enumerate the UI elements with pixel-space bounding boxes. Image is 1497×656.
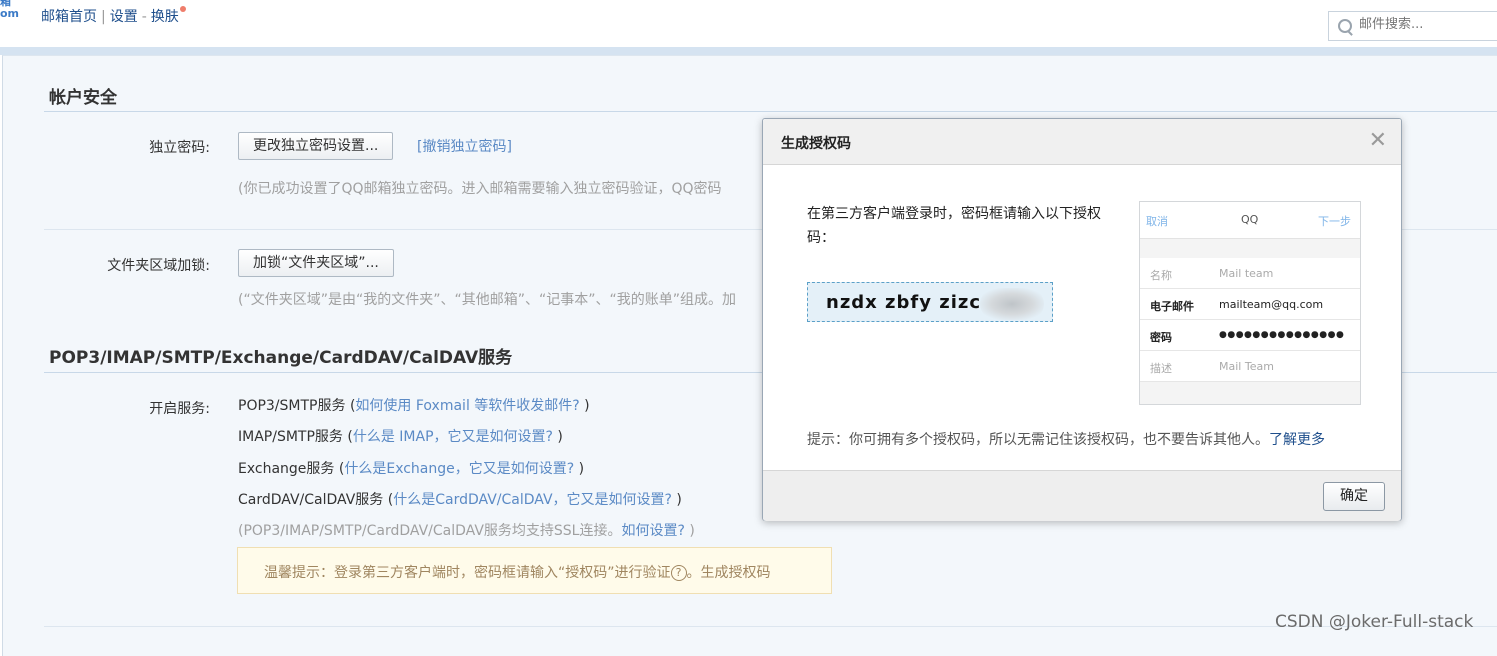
phone-key: 名称: [1150, 269, 1172, 282]
new-dot-icon: [179, 6, 186, 12]
nav-home-link[interactable]: 邮箱首页: [41, 6, 97, 26]
phone-example: 取消 QQ 下一步 名称 Mail team 电子邮件 mailteam@qq.…: [1139, 201, 1361, 405]
dialog-footer: 确定: [763, 470, 1401, 521]
dialog-header: 生成授权码 ✕: [763, 119, 1401, 165]
phone-value: Mail team: [1219, 267, 1274, 280]
dialog-title: 生成授权码: [781, 136, 851, 152]
header-divider: [0, 47, 1497, 55]
ssl-howto-link[interactable]: 如何设置?: [621, 523, 684, 539]
blur-mask: [980, 288, 1044, 320]
phone-key: 描述: [1150, 362, 1172, 375]
dialog-instruction: 在第三方客户端登录时，密码框请输入以下授权码：: [807, 206, 1101, 246]
phone-key: 电子邮件: [1150, 300, 1194, 313]
independent-password-label: 独立密码:: [149, 140, 210, 156]
nav-settings-link[interactable]: 设置: [110, 6, 138, 26]
service-name: Exchange服务: [238, 461, 335, 477]
folder-note: (“文件夹区域”是由“我的文件夹”、“其他邮箱”、“记事本”、“我的账单”组成。…: [238, 292, 736, 308]
question-icon[interactable]: ?: [670, 565, 687, 581]
help-link-exchange[interactable]: 什么是Exchange，它又是如何设置?: [344, 461, 574, 477]
phone-value: ●●●●●●●●●●●●●●●: [1219, 330, 1345, 340]
mail-search-box[interactable]: [1328, 11, 1497, 41]
dialog-hint: 提示：你可拥有多个授权码，所以无需记住该授权码，也不要告诉其他人。了解更多: [807, 429, 1325, 449]
service-imap-smtp: IMAP/SMTP服务 (什么是 IMAP，它又是如何设置? ): [238, 426, 563, 446]
top-bar: 箱 om 邮箱首页 | 设置 - 换肤: [0, 0, 1497, 47]
phone-cancel: 取消: [1146, 215, 1168, 228]
help-link-foxmail[interactable]: 如何使用 Foxmail 等软件收发邮件?: [355, 398, 579, 414]
auth-code-tip: 温馨提示：登录第三方客户端时，密码框请输入“授权码”进行验证? 。生成授权码: [237, 547, 832, 594]
help-link-carddav[interactable]: 什么是CardDAV/CalDAV，它又是如何设置?: [393, 492, 672, 508]
service-carddav-caldav: CardDAV/CalDAV服务 (什么是CardDAV/CalDAV，它又是如…: [238, 489, 682, 509]
learn-more-link[interactable]: 了解更多: [1269, 432, 1325, 448]
service-name: IMAP/SMTP服务: [238, 429, 343, 445]
change-password-button[interactable]: 更改独立密码设置...: [238, 132, 394, 160]
phone-value: Mail Team: [1219, 360, 1274, 373]
paren-close: ): [671, 492, 682, 508]
generate-code-link[interactable]: 生成授权码: [701, 565, 771, 581]
phone-app-title: QQ: [1241, 213, 1259, 226]
top-nav: 邮箱首页 | 设置 - 换肤: [41, 6, 186, 26]
paren-open: (: [342, 429, 353, 445]
nav-separator: -: [141, 9, 147, 25]
search-icon: [1338, 19, 1352, 33]
password-note: (你已成功设置了QQ邮箱独立密码。进入邮箱需要输入独立密码验证，QQ密码: [238, 181, 722, 197]
folder-lock-label: 文件夹区域加锁:: [107, 258, 210, 274]
service-exchange: Exchange服务 (什么是Exchange，它又是如何设置? ): [238, 458, 584, 478]
paren-open: (: [345, 398, 356, 414]
help-link-imap[interactable]: 什么是 IMAP，它又是如何设置?: [353, 429, 553, 445]
paren-close: ): [552, 429, 563, 445]
auth-code: nzdx zbfy zizc: [826, 292, 982, 313]
phone-key: 密码: [1150, 331, 1172, 344]
service-name: POP3/SMTP服务: [238, 398, 346, 414]
watermark: CSDN @Joker-Full-stack: [1275, 612, 1474, 632]
phone-row-name: 名称 Mail team: [1140, 258, 1360, 289]
logo-domain: om: [0, 7, 20, 20]
paren-close: ): [579, 398, 590, 414]
generate-auth-code-dialog: 生成授权码 ✕ 在第三方客户端登录时，密码框请输入以下授权码： nzdx zbf…: [762, 118, 1402, 521]
phone-value: mailteam@qq.com: [1219, 298, 1324, 311]
enable-service-label: 开启服务:: [149, 401, 210, 417]
logo[interactable]: 箱 om: [0, 0, 20, 20]
tip-text: 温馨提示：登录第三方客户端时，密码框请输入“授权码”进行验证: [264, 565, 671, 581]
auth-code-box[interactable]: nzdx zbfy zizc: [807, 282, 1053, 322]
phone-header: 取消 QQ 下一步: [1140, 202, 1360, 239]
service-pop3-smtp: POP3/SMTP服务 (如何使用 Foxmail 等软件收发邮件? ): [238, 395, 590, 415]
tip-separator: 。: [686, 565, 701, 581]
paren-open: (: [383, 492, 394, 508]
phone-row-email: 电子邮件 mailteam@qq.com: [1140, 289, 1360, 320]
revoke-password-link[interactable]: [撤销独立密码]: [417, 136, 512, 156]
nav-skin-link[interactable]: 换肤: [151, 6, 179, 26]
phone-row-description: 描述 Mail Team: [1140, 351, 1360, 382]
paren-open: (: [334, 461, 345, 477]
confirm-button[interactable]: 确定: [1323, 482, 1385, 511]
nav-separator: |: [101, 9, 106, 25]
section-title-services: POP3/IMAP/SMTP/Exchange/CardDAV/CalDAV服务: [49, 348, 513, 368]
section-title-account-security: 帐户安全: [49, 88, 117, 108]
ssl-note-text: (POP3/IMAP/SMTP/CardDAV/CalDAV服务均支持SSL连接…: [238, 523, 622, 539]
mail-search-input[interactable]: [1357, 16, 1497, 33]
phone-row-password: 密码 ●●●●●●●●●●●●●●●: [1140, 320, 1360, 351]
section-divider: [44, 111, 1497, 112]
paren-close: ): [574, 461, 585, 477]
ssl-note: (POP3/IMAP/SMTP/CardDAV/CalDAV服务均支持SSL连接…: [238, 520, 695, 540]
phone-next: 下一步: [1318, 215, 1351, 228]
folder-lock-button[interactable]: 加锁“文件夹区域”...: [238, 249, 394, 277]
close-icon[interactable]: ✕: [1369, 130, 1387, 152]
service-name: CardDAV/CalDAV服务: [238, 492, 384, 508]
paren-close: ): [684, 523, 695, 539]
hint-text: 提示：你可拥有多个授权码，所以无需记住该授权码，也不要告诉其他人。: [807, 432, 1269, 448]
